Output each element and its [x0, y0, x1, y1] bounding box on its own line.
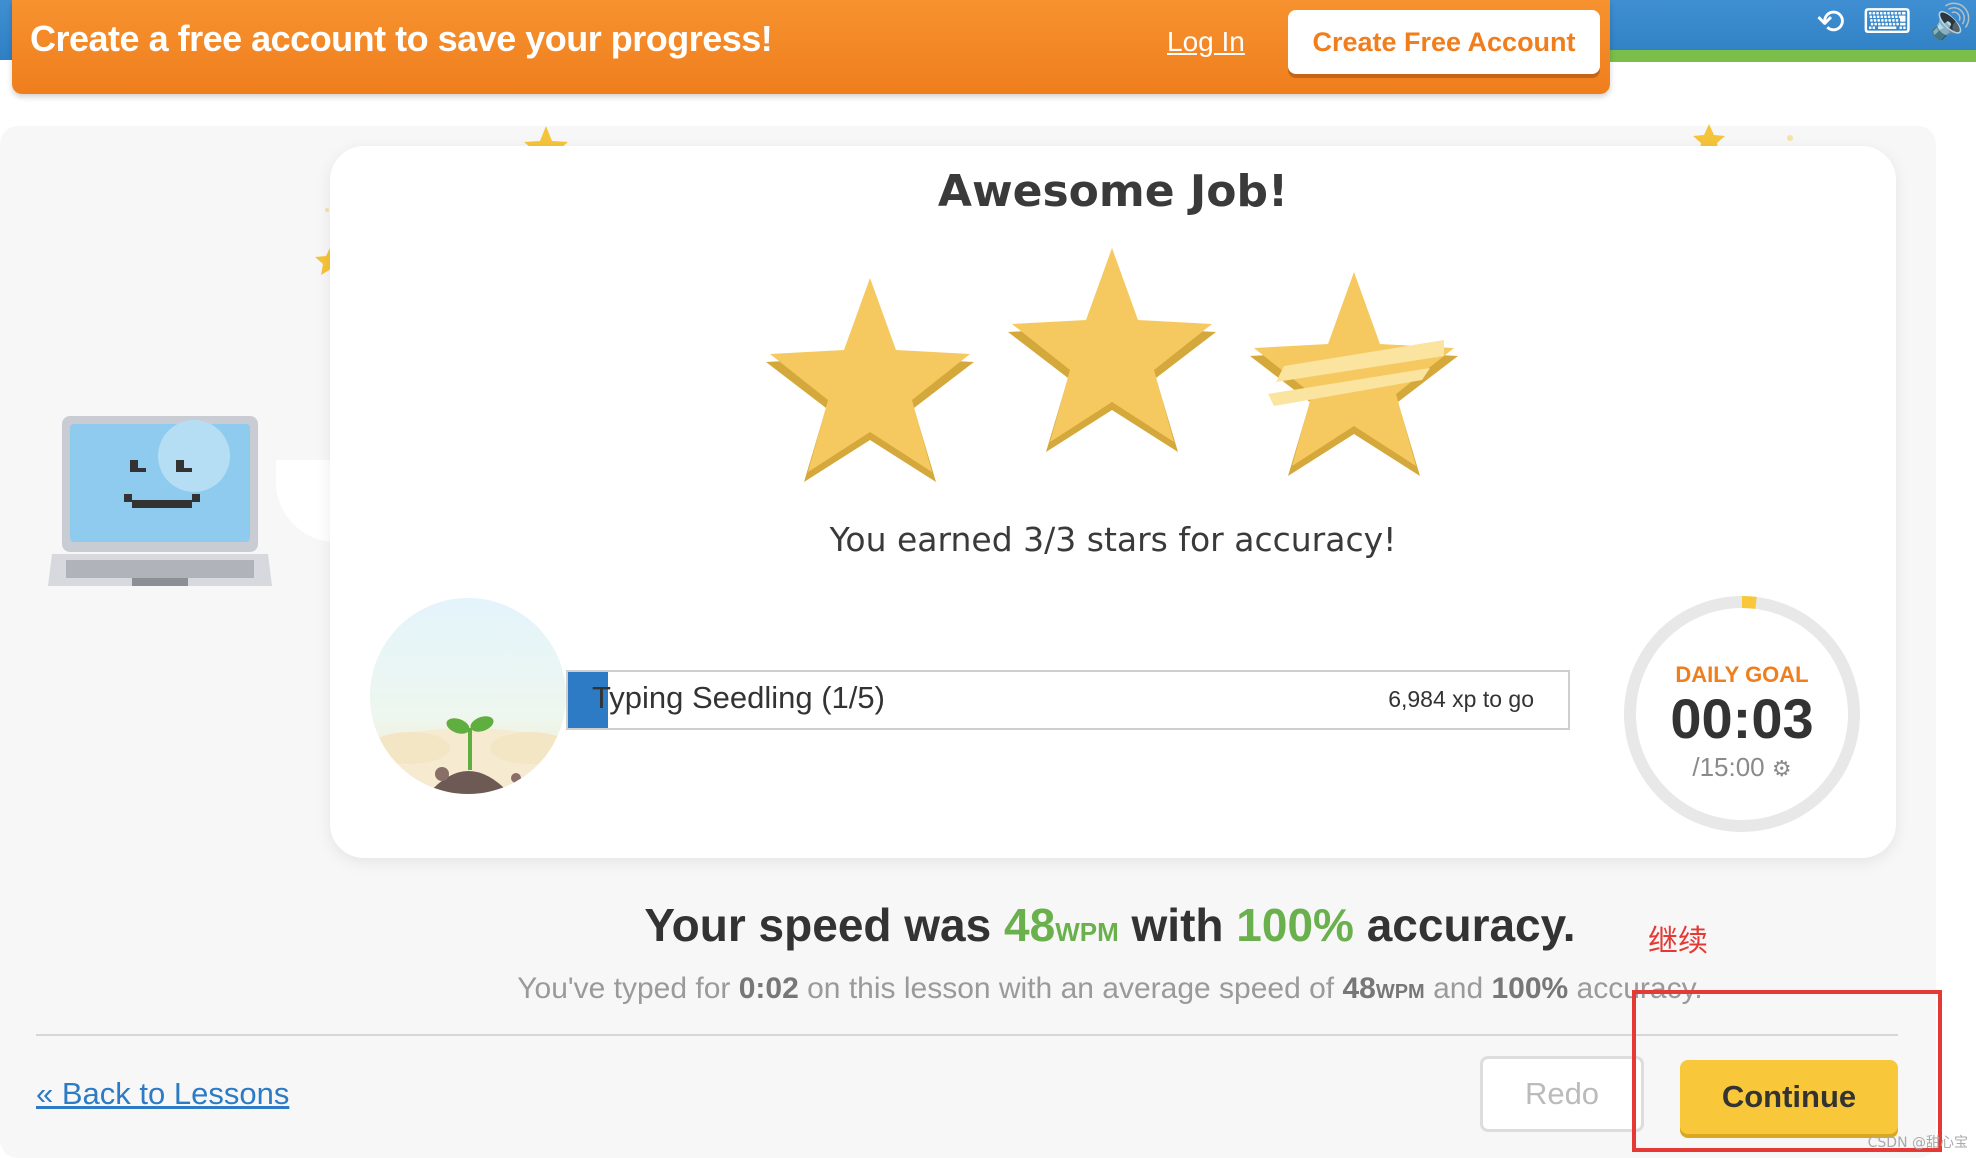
- daily-goal-total-value: /15:00: [1692, 752, 1765, 782]
- back-to-lessons-link[interactable]: « Back to Lessons: [36, 1076, 289, 1112]
- summary-speed: 48: [1342, 972, 1376, 1005]
- star-1-icon: [766, 278, 974, 482]
- result-card: Awesome Job! You earned 3/3 stars for ac…: [330, 146, 1896, 858]
- seedling-illustration: [370, 598, 566, 794]
- xp-progress-bar: Typing Seedling (1/5) 6,984 xp to go: [566, 670, 1570, 730]
- speed-prefix: Your speed was: [644, 899, 1005, 951]
- summary-mid: on this lesson with an average speed of: [798, 972, 1343, 1005]
- summary-speed-unit: WPM: [1375, 981, 1425, 1003]
- star-3-icon: [1250, 272, 1458, 476]
- annotation-highlight-box: [1632, 990, 1942, 1152]
- watermark: CSDN @甜心宝: [1867, 1135, 1968, 1151]
- accuracy-message: You earned 3/3 stars for accuracy!: [829, 520, 1397, 559]
- daily-goal-label: DAILY GOAL: [1675, 662, 1809, 687]
- summary-time: 0:02: [738, 972, 799, 1005]
- login-link[interactable]: Log In: [1167, 26, 1245, 58]
- banner-message: Create a free account to save your progr…: [30, 18, 773, 59]
- accuracy-value: 100%: [1236, 899, 1354, 951]
- xp-to-go: 6,984 xp to go: [1388, 686, 1534, 712]
- speed-unit: WPM: [1055, 917, 1119, 947]
- gear-icon[interactable]: ⚙: [1772, 756, 1792, 781]
- seedling-icon: [370, 716, 566, 794]
- history-icon[interactable]: ⟲: [1816, 5, 1845, 39]
- accuracy-stars: [760, 246, 1460, 486]
- daily-goal-time: 00:03: [1670, 687, 1814, 750]
- summary-prefix: You've typed for: [517, 972, 739, 1005]
- star-2-icon: [1008, 248, 1216, 452]
- speed-with: with: [1118, 899, 1237, 951]
- annotation-label: 继续: [1648, 924, 1708, 959]
- top-right-icons: ⟲ ⌨ 🔊: [1816, 0, 1976, 44]
- redo-button[interactable]: Redo: [1480, 1056, 1644, 1132]
- create-account-button[interactable]: Create Free Account: [1288, 10, 1600, 74]
- summary-accuracy: 100%: [1491, 972, 1569, 1005]
- signup-banner: Create a free account to save your progr…: [12, 0, 1610, 94]
- level-label: Typing Seedling (1/5): [592, 680, 885, 715]
- speed-value: 48: [1004, 899, 1056, 951]
- daily-goal-total: /15:00 ⚙: [1622, 752, 1862, 783]
- keyboard-off-icon[interactable]: ⌨: [1863, 5, 1912, 39]
- page-title: Awesome Job!: [937, 166, 1289, 217]
- laptop-mascot: [48, 416, 272, 586]
- divider: [36, 1034, 1898, 1036]
- summary-and: and: [1424, 972, 1492, 1005]
- speaker-icon[interactable]: 🔊: [1930, 5, 1972, 39]
- accuracy-suffix: accuracy.: [1353, 899, 1576, 951]
- green-strip: [1610, 50, 1976, 62]
- daily-goal-widget[interactable]: DAILY GOAL 00:03 /15:00 ⚙: [1622, 594, 1862, 834]
